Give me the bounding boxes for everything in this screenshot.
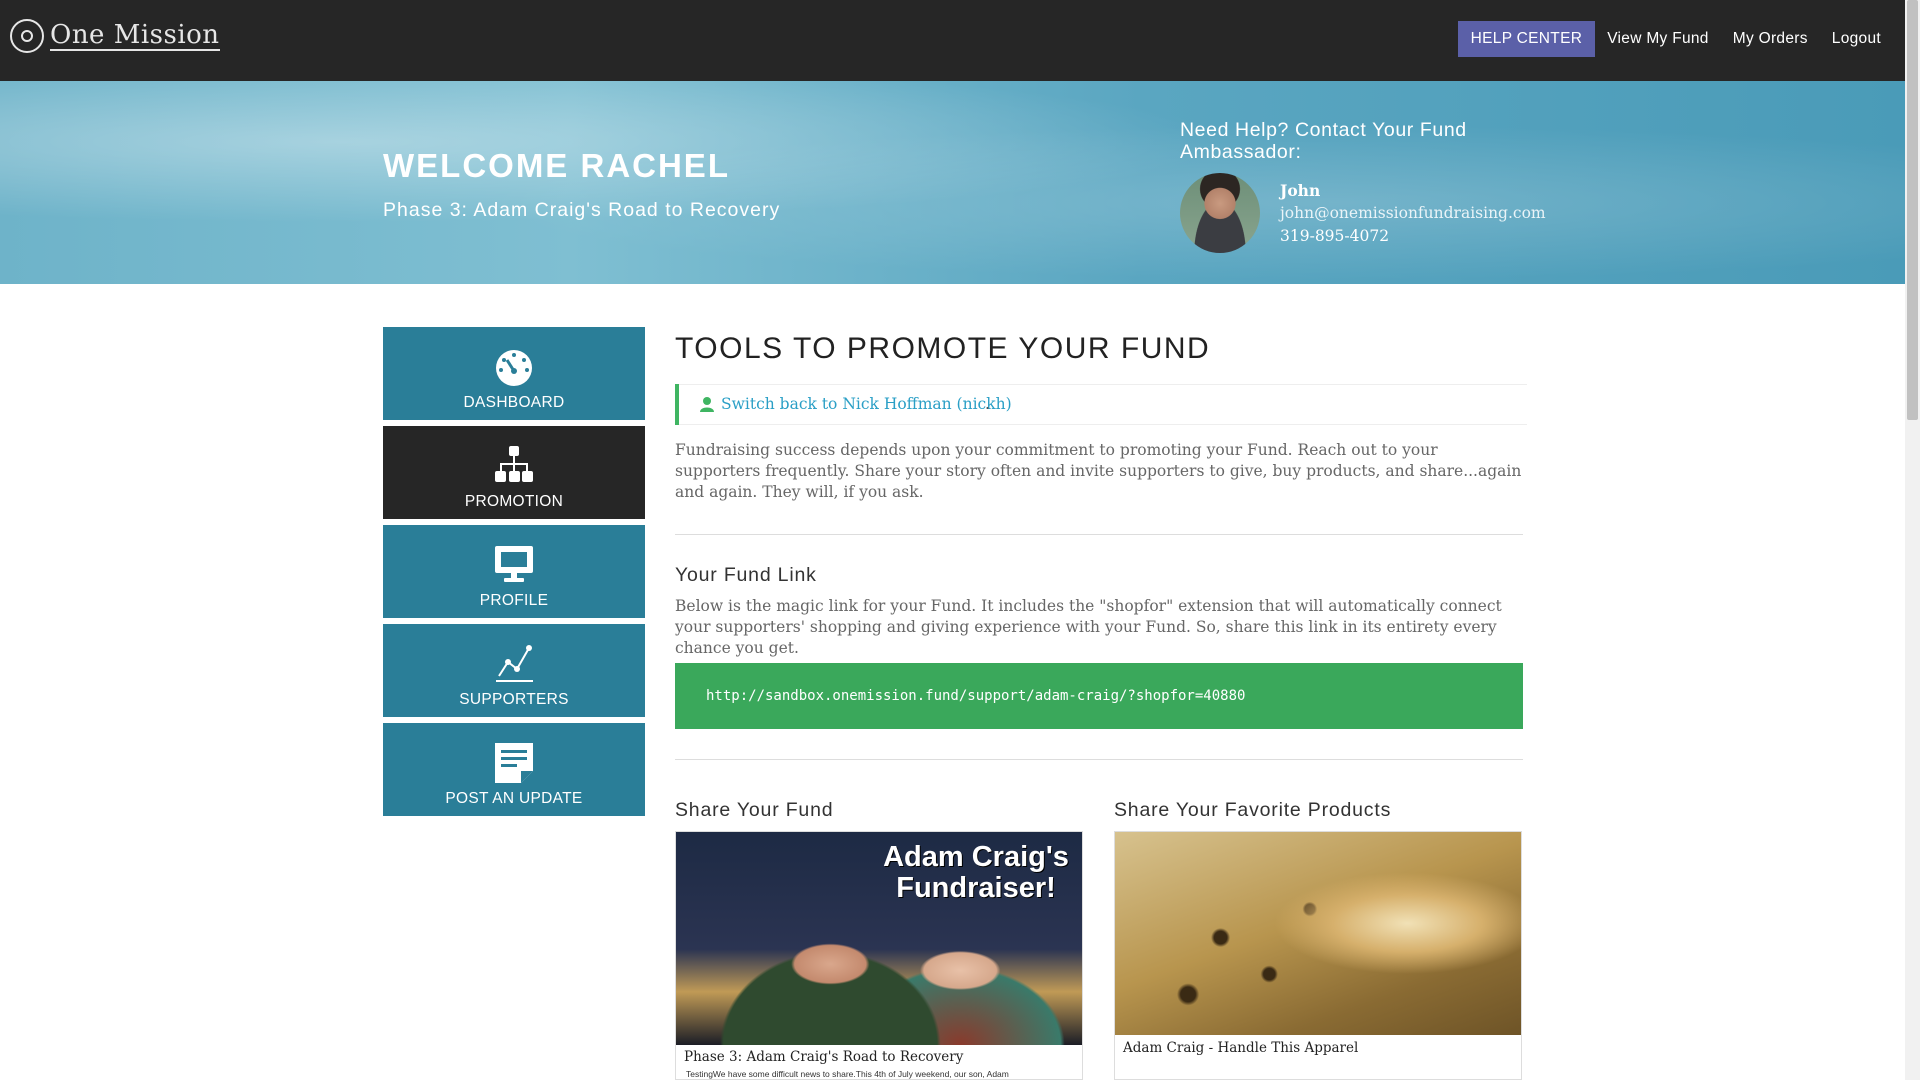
ambassador-email-link[interactable]: john@onemissionfundraising.com: [1280, 204, 1546, 222]
logo-emblem-icon: [10, 19, 44, 53]
switch-back-period: .: [985, 395, 990, 413]
user-icon: [700, 397, 714, 412]
fund-image: Adam Craig's Fundraiser!: [676, 832, 1082, 1045]
page-title: TOOLS TO PROMOTE YOUR FUND: [675, 332, 1211, 365]
sidebar-item-promotion[interactable]: PROMOTION: [383, 426, 645, 519]
line-chart-icon: [496, 645, 533, 682]
share-fund-heading: Share Your Fund: [675, 799, 834, 821]
top-nav: HELP CENTER View My Fund My Orders Logou…: [1457, 21, 1893, 57]
switch-back-link[interactable]: Switch back to Nick Hoffman (nickh): [721, 395, 1012, 413]
fund-card-caption: Phase 3: Adam Craig's Road to Recovery: [684, 1049, 964, 1065]
sidebar-item-label: DASHBOARD: [463, 394, 565, 411]
sidebar-item-post-update[interactable]: POST AN UPDATE: [383, 723, 645, 816]
fund-link-heading: Your Fund Link: [675, 564, 817, 586]
sidebar-item-dashboard[interactable]: DASHBOARD: [383, 327, 645, 420]
fund-card-excerpt: TestingWe have some difficult news to sh…: [686, 1069, 1009, 1079]
ambassador-name: John: [1280, 181, 1321, 200]
divider: [675, 759, 1523, 760]
view-my-fund-link[interactable]: View My Fund: [1595, 22, 1721, 56]
switch-back-notice: Switch back to Nick Hoffman (nickh) .: [675, 384, 1527, 425]
one-mission-logo[interactable]: One Mission: [10, 17, 220, 55]
my-orders-link[interactable]: My Orders: [1721, 22, 1820, 56]
help-center-button[interactable]: HELP CENTER: [1457, 21, 1596, 57]
sidebar-item-supporters[interactable]: SUPPORTERS: [383, 624, 645, 717]
hero-banner: [0, 81, 1905, 284]
share-product-card[interactable]: Adam Craig - Handle This Apparel: [1114, 831, 1522, 1080]
ambassador-phone: 319-895-4072: [1280, 227, 1390, 245]
page-scrollbar[interactable]: [1905, 0, 1920, 1080]
sidebar-item-profile[interactable]: PROFILE: [383, 525, 645, 618]
sidebar-item-label: SUPPORTERS: [459, 691, 569, 708]
product-card-caption: Adam Craig - Handle This Apparel: [1123, 1040, 1359, 1056]
dashboard-gauge-icon: [496, 350, 532, 386]
logo-text: One Mission: [50, 19, 220, 51]
sitemap-icon: [495, 446, 533, 482]
sidebar-item-label: PROMOTION: [464, 493, 564, 510]
fund-image-title: Adam Craig's Fundraiser!: [883, 841, 1069, 904]
sidebar-item-label: PROFILE: [479, 592, 549, 609]
product-image: [1115, 832, 1521, 1035]
fund-phase-subtitle: Phase 3: Adam Craig's Road to Recovery: [383, 199, 781, 221]
note-icon: [495, 743, 533, 783]
fund-link-box[interactable]: http://sandbox.onemission.fund/support/a…: [675, 663, 1523, 729]
welcome-heading: WELCOME RACHEL: [383, 147, 730, 184]
share-products-heading: Share Your Favorite Products: [1114, 799, 1392, 821]
scrollbar-thumb[interactable]: [1907, 0, 1918, 420]
top-navbar: One Mission HELP CENTER View My Fund My …: [0, 0, 1905, 81]
monitor-icon: [495, 546, 533, 582]
fund-link-description: Below is the magic link for your Fund. I…: [675, 597, 1502, 657]
fund-link-url[interactable]: http://sandbox.onemission.fund/support/a…: [706, 688, 1245, 704]
share-fund-card[interactable]: Adam Craig's Fundraiser! Phase 3: Adam C…: [675, 831, 1083, 1080]
help-contact-title: Need Help? Contact Your Fund Ambassador:: [1180, 119, 1467, 163]
intro-text: Fundraising success depends upon your co…: [675, 441, 1522, 501]
sidebar-item-label: POST AN UPDATE: [445, 790, 583, 807]
ambassador-avatar: [1180, 173, 1260, 253]
divider: [675, 534, 1523, 535]
logout-link[interactable]: Logout: [1820, 22, 1893, 56]
